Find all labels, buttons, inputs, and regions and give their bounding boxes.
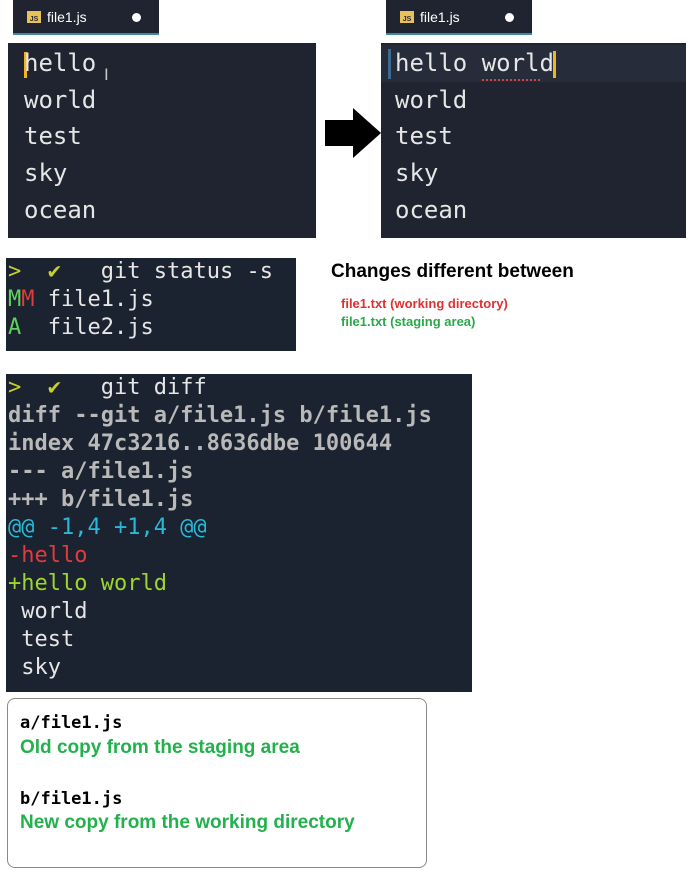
b-file-description: New copy from the working directory — [20, 812, 355, 833]
editor-tab[interactable]: JS file1.js — [386, 0, 532, 35]
diff-hunk-header: @@ -1,4 +1,4 @@ — [8, 515, 207, 540]
code-line: ocean — [24, 196, 97, 224]
code-line: world — [395, 86, 468, 114]
status-filename: file2.js — [47, 315, 154, 340]
a-file-description: Old copy from the staging area — [20, 737, 300, 758]
status-filename: file1.js — [47, 287, 154, 312]
tab-filename: file1.js — [47, 8, 87, 25]
diff-context-line: world — [8, 599, 88, 624]
unstaged-flag — [21, 315, 34, 340]
terminal-command: git status -s — [100, 259, 273, 284]
code-line: sky — [24, 159, 68, 187]
diff-header: diff --git a/file1.js b/file1.js — [8, 403, 432, 428]
code-line: sky — [395, 159, 439, 187]
code-line: test — [24, 122, 82, 150]
tab-filename: file1.js — [420, 8, 460, 25]
diff-context-line: sky — [8, 655, 61, 680]
diff-new-file: +++ b/file1.js — [8, 487, 194, 512]
b-file-label: b/file1.js — [20, 789, 123, 809]
diff-removed-line: -hello — [8, 543, 88, 568]
a-file-label: a/file1.js — [20, 713, 123, 733]
js-file-icon: JS — [27, 10, 41, 23]
text-cursor — [553, 51, 556, 78]
editor-code-area[interactable]: hello I world test sky ocean — [8, 43, 316, 238]
status-row: MM file1.js — [8, 287, 154, 312]
editor-code-area[interactable]: hello world world test sky ocean — [381, 43, 686, 238]
spellcheck-underline — [482, 76, 540, 81]
staged-flag: M — [8, 287, 22, 312]
editor-tab[interactable]: JS file1.js — [13, 0, 159, 35]
terminal-prompt: > ✔ git diff — [8, 375, 207, 400]
unstaged-flag: M — [21, 287, 35, 312]
terminal-command: git diff — [100, 375, 207, 400]
prompt-chevron-icon: > — [8, 375, 22, 400]
annotation-staging-area: file1.txt (staging area) — [341, 314, 476, 329]
checkmark-icon: ✔ — [47, 259, 61, 284]
annotation-working-directory: file1.txt (working directory) — [341, 296, 508, 311]
checkmark-icon: ✔ — [47, 375, 61, 400]
diff-context-line: test — [8, 627, 75, 652]
code-line: hello — [24, 49, 97, 77]
ibeam-cursor-icon: I — [104, 65, 109, 84]
unsaved-dot-icon[interactable] — [132, 13, 141, 22]
diff-added-line: +hello world — [8, 571, 167, 596]
terminal-prompt: > ✔ git status -s — [8, 259, 273, 284]
diff-old-file: --- a/file1.js — [8, 459, 194, 484]
line-modified-gutter — [388, 49, 391, 79]
status-row: A file2.js — [8, 315, 154, 340]
code-line: test — [395, 122, 453, 150]
git-status-terminal: > ✔ git status -s MM file1.js A file2.js — [6, 258, 296, 351]
js-file-icon: JS — [400, 10, 414, 23]
git-diff-terminal: > ✔ git diff diff --git a/file1.js b/fil… — [6, 374, 472, 692]
code-line: ocean — [395, 196, 468, 224]
prompt-chevron-icon: > — [8, 259, 22, 284]
diff-index: index 47c3216..8636dbe 100644 — [8, 431, 393, 456]
code-line: world — [24, 86, 97, 114]
annotation-title: Changes different between — [331, 261, 574, 282]
staged-flag: A — [8, 315, 22, 340]
right-arrow-icon — [325, 108, 381, 158]
unsaved-dot-icon[interactable] — [505, 13, 514, 22]
explanation-box: a/file1.js Old copy from the staging are… — [7, 698, 427, 868]
